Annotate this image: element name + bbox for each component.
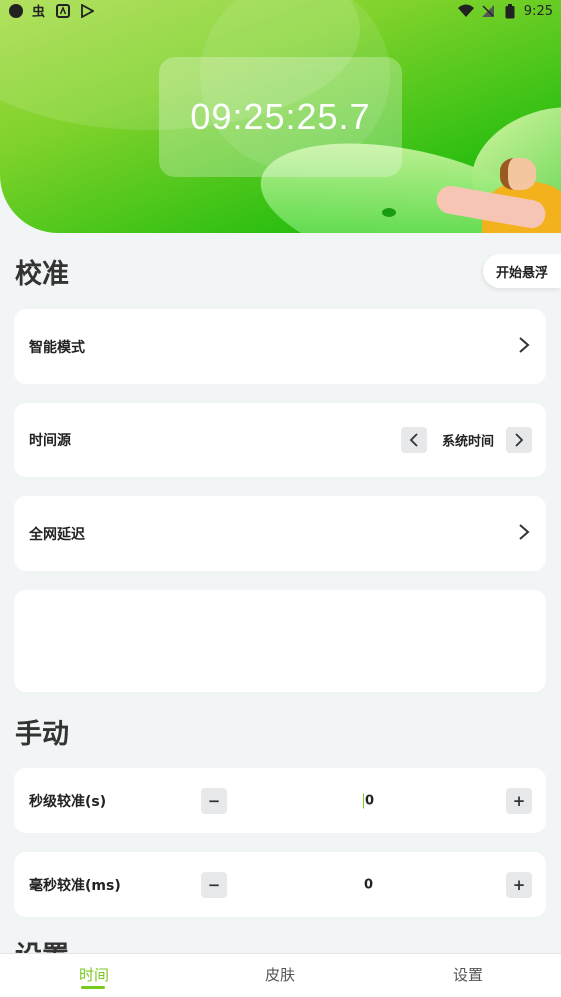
status-time: 9:25 bbox=[523, 3, 553, 19]
chevron-right-icon bbox=[518, 335, 530, 359]
clock-display: 09:25:25.7 bbox=[159, 57, 402, 177]
section-title-calibration: 校准 bbox=[15, 259, 69, 290]
chevron-right-icon bbox=[518, 522, 530, 546]
millis-calibration-label: 毫秒较准(ms) bbox=[29, 877, 121, 894]
seconds-minus-button[interactable]: − bbox=[201, 787, 227, 814]
time-source-value: 系统时间 bbox=[442, 434, 495, 450]
section-title-manual: 手动 bbox=[15, 719, 69, 750]
millis-minus-button[interactable]: − bbox=[201, 871, 227, 898]
battery-icon bbox=[502, 3, 518, 19]
network-delay-row[interactable]: 全网延迟 bbox=[14, 496, 546, 571]
play-store-icon bbox=[79, 3, 95, 19]
nav-tab-time[interactable]: 时间 bbox=[79, 964, 109, 985]
active-tab-indicator bbox=[81, 986, 105, 989]
wifi-icon bbox=[457, 3, 474, 19]
empty-card bbox=[14, 590, 546, 692]
time-source-prev-button[interactable] bbox=[401, 427, 427, 453]
decor-dot bbox=[382, 208, 396, 217]
circle-icon bbox=[9, 4, 23, 18]
smart-mode-row[interactable]: 智能模式 bbox=[14, 309, 546, 384]
time-source-row: 时间源 系统时间 bbox=[14, 403, 546, 477]
bug-icon: 虫 bbox=[31, 3, 47, 19]
nav-tab-settings[interactable]: 设置 bbox=[453, 964, 483, 985]
seconds-plus-button[interactable]: + bbox=[506, 787, 532, 814]
smart-mode-label: 智能模式 bbox=[29, 339, 85, 356]
hero-banner: 09:25:25.7 bbox=[0, 0, 561, 233]
no-signal-icon bbox=[480, 3, 496, 19]
clock-time: 09:25:25.7 bbox=[190, 96, 371, 137]
millis-calibration-row: 毫秒较准(ms) − 0 + bbox=[14, 852, 546, 917]
seconds-value-input[interactable]: 0 bbox=[363, 793, 374, 808]
network-delay-label: 全网延迟 bbox=[29, 526, 85, 543]
bottom-navigation: 时间 皮肤 设置 bbox=[0, 953, 561, 997]
start-float-button[interactable]: 开始悬浮 bbox=[483, 254, 561, 288]
a-square-icon bbox=[55, 3, 71, 19]
seconds-calibration-label: 秒级较准(s) bbox=[29, 793, 107, 810]
section-title-settings: 设置 bbox=[15, 934, 69, 953]
time-source-label: 时间源 bbox=[29, 433, 71, 449]
seconds-calibration-row: 秒级较准(s) − 0 + bbox=[14, 768, 546, 833]
time-source-next-button[interactable] bbox=[506, 427, 532, 453]
svg-text:虫: 虫 bbox=[32, 4, 45, 19]
illustration-head bbox=[500, 158, 536, 190]
status-bar: 虫 9:25 bbox=[0, 0, 561, 24]
nav-tab-skin[interactable]: 皮肤 bbox=[265, 964, 295, 985]
millis-plus-button[interactable]: + bbox=[506, 871, 532, 898]
millis-value-input[interactable]: 0 bbox=[364, 877, 373, 892]
